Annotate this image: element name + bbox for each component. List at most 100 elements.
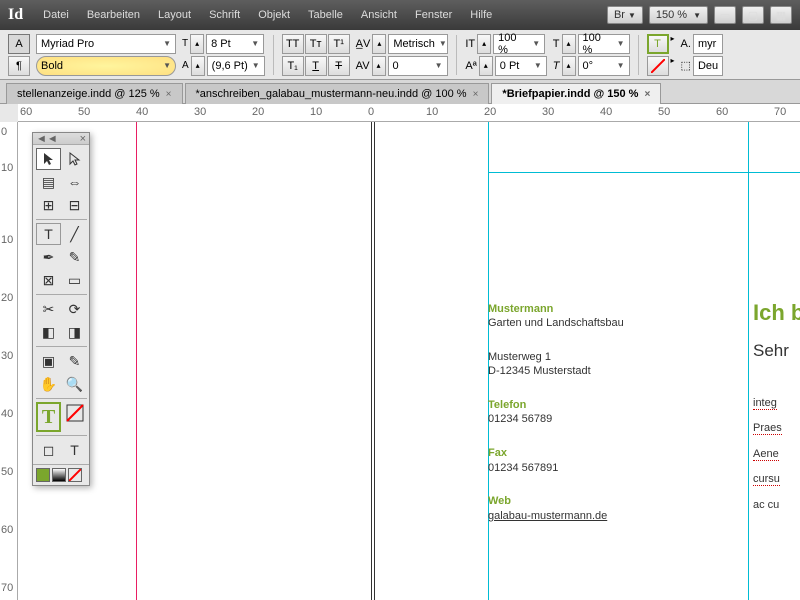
apply-gradient-button[interactable] [52, 468, 66, 482]
skew-stepper[interactable]: ▴ [562, 56, 576, 76]
paragraph-mode-button[interactable]: ¶ [8, 56, 30, 76]
apply-color-button[interactable] [36, 468, 50, 482]
phone-label: Telefon [488, 398, 723, 412]
superscript-button[interactable]: T¹ [328, 34, 350, 54]
hand-tool[interactable]: ✋ [36, 373, 61, 395]
rectangle-tool[interactable]: ▭ [62, 269, 87, 291]
gap-tool[interactable]: ⇔ [62, 171, 87, 193]
close-icon[interactable]: × [80, 133, 86, 145]
stroke-swatch[interactable] [62, 402, 87, 424]
screen-mode-button[interactable]: ▢ [742, 6, 764, 24]
vscale-stepper[interactable]: ▴ [477, 34, 491, 54]
tab-anschreiben[interactable]: *anschreiben_galabau_mustermann-neu.indd… [185, 83, 490, 104]
pen-tool[interactable]: ✒ [36, 246, 61, 268]
view-mode-button[interactable]: ▭ [714, 6, 736, 24]
close-icon[interactable]: × [473, 89, 479, 100]
formatting-text-button[interactable]: T [62, 439, 87, 461]
tab-briefpapier[interactable]: *Briefpapier.indd @ 150 %× [491, 83, 661, 104]
control-panel: A ¶ Myriad Pro▼ Bold▼ T▴8 Pt▼ A▴(9,6 Pt)… [0, 30, 800, 80]
selection-tool[interactable] [36, 148, 61, 170]
pencil-tool[interactable]: ✎ [62, 246, 87, 268]
text-frame-body[interactable]: Ich b Sehr integ Praes Aene cursu ac cu [753, 300, 800, 600]
menu-ansicht[interactable]: Ansicht [353, 5, 405, 25]
allcaps-button[interactable]: TT [282, 34, 304, 54]
fill-color-button[interactable]: T [647, 34, 669, 54]
menu-datei[interactable]: Datei [35, 5, 77, 25]
language-select[interactable]: Deu [693, 56, 723, 76]
smallcaps-button[interactable]: Tᴛ [305, 34, 327, 54]
document-canvas[interactable]: Mustermann Garten und Landschaftsbau Mus… [18, 122, 800, 600]
content-placer-tool[interactable]: ⊟ [62, 194, 87, 216]
gradient-feather-tool[interactable]: ◨ [62, 321, 87, 343]
bridge-button[interactable]: Br▼ [607, 6, 643, 24]
lorem-line: ac cu [753, 499, 779, 511]
menu-objekt[interactable]: Objekt [250, 5, 298, 25]
close-icon[interactable]: × [166, 89, 172, 100]
kerning-icon: A̲V [356, 38, 371, 50]
font-size-icon: T [182, 38, 188, 49]
character-mode-button[interactable]: A [8, 34, 30, 54]
panel-header[interactable]: ◄◄× [33, 133, 89, 145]
kerning-stepper[interactable]: ▴ [372, 34, 386, 54]
lorem-line: integ [753, 397, 777, 410]
rectangle-frame-tool[interactable]: ⊠ [36, 269, 61, 291]
note-tool[interactable]: ▣ [36, 350, 61, 372]
arrange-button[interactable]: ▦ [770, 6, 792, 24]
baseline-icon: Aª [465, 60, 476, 72]
size-stepper[interactable]: ▴ [190, 34, 204, 54]
vscale-select[interactable]: 100 %▼ [493, 34, 545, 54]
gradient-swatch-tool[interactable]: ◧ [36, 321, 61, 343]
horizontal-ruler[interactable]: 60 50 40 30 20 10 0 10 20 30 40 50 60 70 [18, 104, 800, 122]
page-tool[interactable]: ▤ [36, 171, 61, 193]
leading-select[interactable]: (9,6 Pt)▼ [207, 56, 265, 76]
tracking-select[interactable]: 0▼ [388, 56, 448, 76]
subscript-button[interactable]: T₁ [282, 56, 304, 76]
menu-schrift[interactable]: Schrift [201, 5, 248, 25]
baseline-select[interactable]: 0 Pt▼ [495, 56, 547, 76]
eyedropper-tool[interactable]: ✎ [62, 350, 87, 372]
stroke-color-button[interactable] [647, 56, 669, 76]
strikethrough-button[interactable]: T [328, 56, 350, 76]
fax-number: 01234 567891 [488, 461, 723, 475]
close-icon[interactable]: × [644, 89, 650, 100]
baseline-stepper[interactable]: ▴ [479, 56, 493, 76]
free-transform-tool[interactable]: ⟳ [62, 298, 87, 320]
quick-apply[interactable]: myr [693, 34, 723, 54]
hscale-stepper[interactable]: ▴ [562, 34, 576, 54]
tools-panel[interactable]: ◄◄× ▤ ⇔ ⊞ ⊟ T ╱ ✒ ✎ ⊠ ▭ ✂ ⟳ ◧ ◨ ▣ ✎ ✋ 🔍 … [32, 132, 90, 486]
kerning-select[interactable]: Metrisch▼ [388, 34, 448, 54]
web-url: galabau-mustermann.de [488, 509, 723, 523]
web-label: Web [488, 494, 723, 508]
menu-fenster[interactable]: Fenster [407, 5, 460, 25]
apply-none-button[interactable] [68, 468, 82, 482]
lorem-line: Aene [753, 448, 779, 461]
fax-label: Fax [488, 446, 723, 460]
app-logo: Id [8, 6, 23, 24]
menu-bearbeiten[interactable]: Bearbeiten [79, 5, 148, 25]
font-size-select[interactable]: 8 Pt▼ [206, 34, 264, 54]
zoom-level[interactable]: 150 %▼ [649, 6, 708, 24]
menu-layout[interactable]: Layout [150, 5, 199, 25]
vertical-ruler[interactable]: 0 10 10 20 30 40 50 60 70 [0, 122, 18, 600]
formatting-container-button[interactable]: ◻ [36, 439, 61, 461]
zoom-tool[interactable]: 🔍 [62, 373, 87, 395]
leading-stepper[interactable]: ▴ [191, 56, 205, 76]
underline-button[interactable]: T [305, 56, 327, 76]
lorem-line: cursu [753, 473, 780, 486]
menu-hilfe[interactable]: Hilfe [462, 5, 500, 25]
scissors-tool[interactable]: ✂ [36, 298, 61, 320]
line-tool[interactable]: ╱ [62, 223, 87, 245]
tab-stellenanzeige[interactable]: stellenanzeige.indd @ 125 %× [6, 83, 183, 104]
font-family-select[interactable]: Myriad Pro▼ [36, 34, 176, 54]
type-tool[interactable]: T [36, 223, 61, 245]
skew-select[interactable]: 0°▼ [578, 56, 630, 76]
content-collector-tool[interactable]: ⊞ [36, 194, 61, 216]
menu-tabelle[interactable]: Tabelle [300, 5, 351, 25]
font-style-select[interactable]: Bold▼ [36, 56, 176, 76]
hscale-select[interactable]: 100 %▼ [578, 34, 630, 54]
tracking-stepper[interactable]: ▴ [372, 56, 386, 76]
fill-swatch[interactable]: T [36, 402, 61, 432]
text-frame-address[interactable]: Mustermann Garten und Landschaftsbau Mus… [488, 302, 723, 600]
tracking-icon: AV [356, 60, 370, 72]
direct-selection-tool[interactable] [62, 148, 87, 170]
